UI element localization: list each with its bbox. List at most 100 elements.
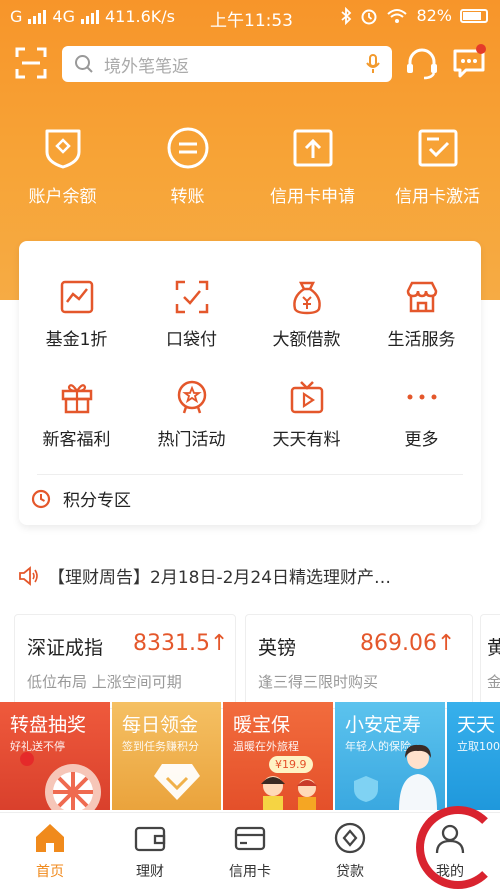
menu-item-fund[interactable]: 基金1折 bbox=[19, 279, 134, 350]
banner-subtitle: 立取100 bbox=[457, 740, 500, 753]
banner-title: 天天 bbox=[457, 714, 496, 736]
quick-action-label: 信用卡申请 bbox=[270, 187, 355, 207]
kids-illustration bbox=[261, 776, 317, 810]
menu-item-more[interactable]: 更多 bbox=[364, 379, 479, 450]
wifi-icon bbox=[387, 8, 408, 23]
shop-icon bbox=[406, 281, 437, 313]
menu-item-label: 生活服务 bbox=[387, 330, 456, 350]
battery-icon bbox=[460, 8, 488, 23]
status-bar: G 4G 411.6K/s 上午11:53 82% bbox=[0, 0, 500, 34]
quick-action-label: 转账 bbox=[170, 187, 205, 207]
market-subtitle: 逢三得三限时购买 bbox=[258, 673, 379, 691]
nav-label: 信用卡 bbox=[229, 864, 271, 880]
annotation-ring bbox=[416, 806, 500, 889]
transfer-icon bbox=[167, 127, 208, 169]
credit-card-icon bbox=[234, 826, 266, 851]
wheel-illustration bbox=[45, 764, 101, 810]
red-dot bbox=[20, 752, 34, 766]
market-name: 深证成指 bbox=[27, 637, 104, 659]
diamond-icon bbox=[154, 764, 200, 800]
nav-credit-card[interactable]: 信用卡 bbox=[200, 821, 300, 881]
network-speed: 411.6K/s bbox=[104, 7, 176, 26]
banner-title: 小安定寿 bbox=[345, 714, 422, 736]
scan-icon[interactable] bbox=[14, 46, 48, 80]
market-card-szse[interactable]: 深证成指 8331.5↑ 低位布局 上涨空间可期 bbox=[14, 614, 236, 709]
quick-action-card-activate[interactable]: 信用卡激活 bbox=[375, 126, 500, 207]
market-value: 869.06↑ bbox=[360, 631, 456, 656]
wallet-shield-icon bbox=[45, 129, 80, 169]
menu-item-loan[interactable]: 大额借款 bbox=[249, 279, 364, 350]
banner-warm-insurance[interactable]: 暖宝保 温暖在外旅程 ¥19.9 bbox=[223, 702, 333, 810]
customer-service-icon[interactable] bbox=[404, 46, 440, 82]
clock-icon bbox=[31, 489, 51, 508]
nav-home[interactable]: 首页 bbox=[0, 821, 100, 881]
search-placeholder: 境外笔笔返 bbox=[104, 56, 189, 77]
signal-icon bbox=[28, 9, 47, 24]
banner-title: 转盘抽奖 bbox=[10, 714, 87, 736]
quick-action-balance[interactable]: 账户余额 bbox=[0, 126, 125, 207]
banner-subtitle: 签到任务赚积分 bbox=[122, 740, 199, 753]
loan-coin-icon bbox=[334, 822, 366, 854]
menu-item-label: 口袋付 bbox=[166, 330, 217, 350]
points-zone-label: 积分专区 bbox=[63, 491, 131, 511]
alarm-icon bbox=[361, 9, 377, 24]
search-bar[interactable]: 境外笔笔返 bbox=[62, 46, 392, 82]
announcement-text: 【理财周告】2月18日-2月24日精选理财产… bbox=[48, 568, 392, 588]
points-zone-link[interactable]: 积分专区 bbox=[31, 486, 131, 511]
card-apply-icon bbox=[293, 129, 332, 167]
nav-label: 理财 bbox=[136, 864, 164, 880]
banner-subtitle: 温暖在外旅程 bbox=[233, 740, 299, 753]
menu-item-label: 天天有料 bbox=[272, 430, 341, 450]
market-name: 英镑 bbox=[258, 637, 297, 659]
divider bbox=[37, 474, 463, 475]
bluetooth-icon bbox=[341, 6, 352, 25]
menu-item-label: 大额借款 bbox=[272, 330, 341, 350]
microphone-icon[interactable] bbox=[366, 54, 380, 74]
card-activate-icon bbox=[418, 129, 457, 167]
person-illustration bbox=[399, 744, 437, 810]
quick-action-transfer[interactable]: 转账 bbox=[125, 126, 250, 207]
announcement-bar[interactable]: 【理财周告】2月18日-2月24日精选理财产… bbox=[18, 563, 391, 588]
scan-pay-icon bbox=[175, 280, 208, 314]
banner-lucky-wheel[interactable]: 转盘抽奖 好礼送不停 bbox=[0, 702, 110, 810]
wallet-icon bbox=[134, 826, 166, 852]
signal-icon-2 bbox=[80, 9, 99, 24]
shield-icon bbox=[354, 776, 378, 802]
more-dots-icon bbox=[407, 394, 436, 400]
market-card-gold[interactable]: 黄 金 bbox=[480, 614, 500, 709]
nav-label: 首页 bbox=[36, 864, 64, 880]
search-icon bbox=[75, 55, 93, 73]
quick-action-card-apply[interactable]: 信用卡申请 bbox=[250, 126, 375, 207]
market-name: 黄 bbox=[487, 633, 500, 660]
quick-action-label: 信用卡激活 bbox=[395, 187, 480, 207]
service-menu-card: 基金1折 口袋付 大额借款 生活服务 新客福利 热门活动 天天有料 更多 积分专… bbox=[19, 241, 481, 525]
battery-percent: 82% bbox=[416, 6, 452, 25]
banner-title: 暖宝保 bbox=[233, 714, 291, 736]
carrier-1: G bbox=[10, 7, 23, 26]
banner-life-insurance[interactable]: 小安定寿 年轻人的保险 bbox=[335, 702, 445, 810]
market-value: 8331.5↑ bbox=[133, 631, 229, 656]
nav-label: 贷款 bbox=[336, 864, 364, 880]
menu-item-daily-news[interactable]: 天天有料 bbox=[249, 379, 364, 450]
banner-daily-gold[interactable]: 每日领金 签到任务赚积分 bbox=[112, 702, 221, 810]
notification-dot bbox=[476, 44, 486, 54]
chart-icon bbox=[60, 280, 93, 314]
star-badge-icon bbox=[177, 380, 206, 414]
gift-icon bbox=[61, 384, 92, 414]
carrier-2: 4G bbox=[52, 7, 75, 26]
market-subtitle: 金 bbox=[487, 671, 500, 692]
banner-daily[interactable]: 天天 立取100 bbox=[447, 702, 500, 810]
quick-action-label: 账户余额 bbox=[28, 187, 97, 207]
clock: 上午11:53 bbox=[210, 11, 293, 31]
price-badge: ¥19.9 bbox=[269, 756, 313, 773]
nav-loan[interactable]: 贷款 bbox=[300, 821, 400, 881]
menu-item-pocket-pay[interactable]: 口袋付 bbox=[134, 279, 249, 350]
menu-item-label: 热门活动 bbox=[157, 430, 226, 450]
home-icon bbox=[36, 824, 64, 852]
market-card-gbp[interactable]: 英镑 869.06↑ 逢三得三限时购买 bbox=[245, 614, 473, 709]
menu-item-newcomer[interactable]: 新客福利 bbox=[19, 379, 134, 450]
nav-wealth[interactable]: 理财 bbox=[100, 821, 200, 881]
menu-item-hot-activity[interactable]: 热门活动 bbox=[134, 379, 249, 450]
money-bag-icon bbox=[292, 281, 321, 315]
menu-item-life-service[interactable]: 生活服务 bbox=[364, 279, 479, 350]
